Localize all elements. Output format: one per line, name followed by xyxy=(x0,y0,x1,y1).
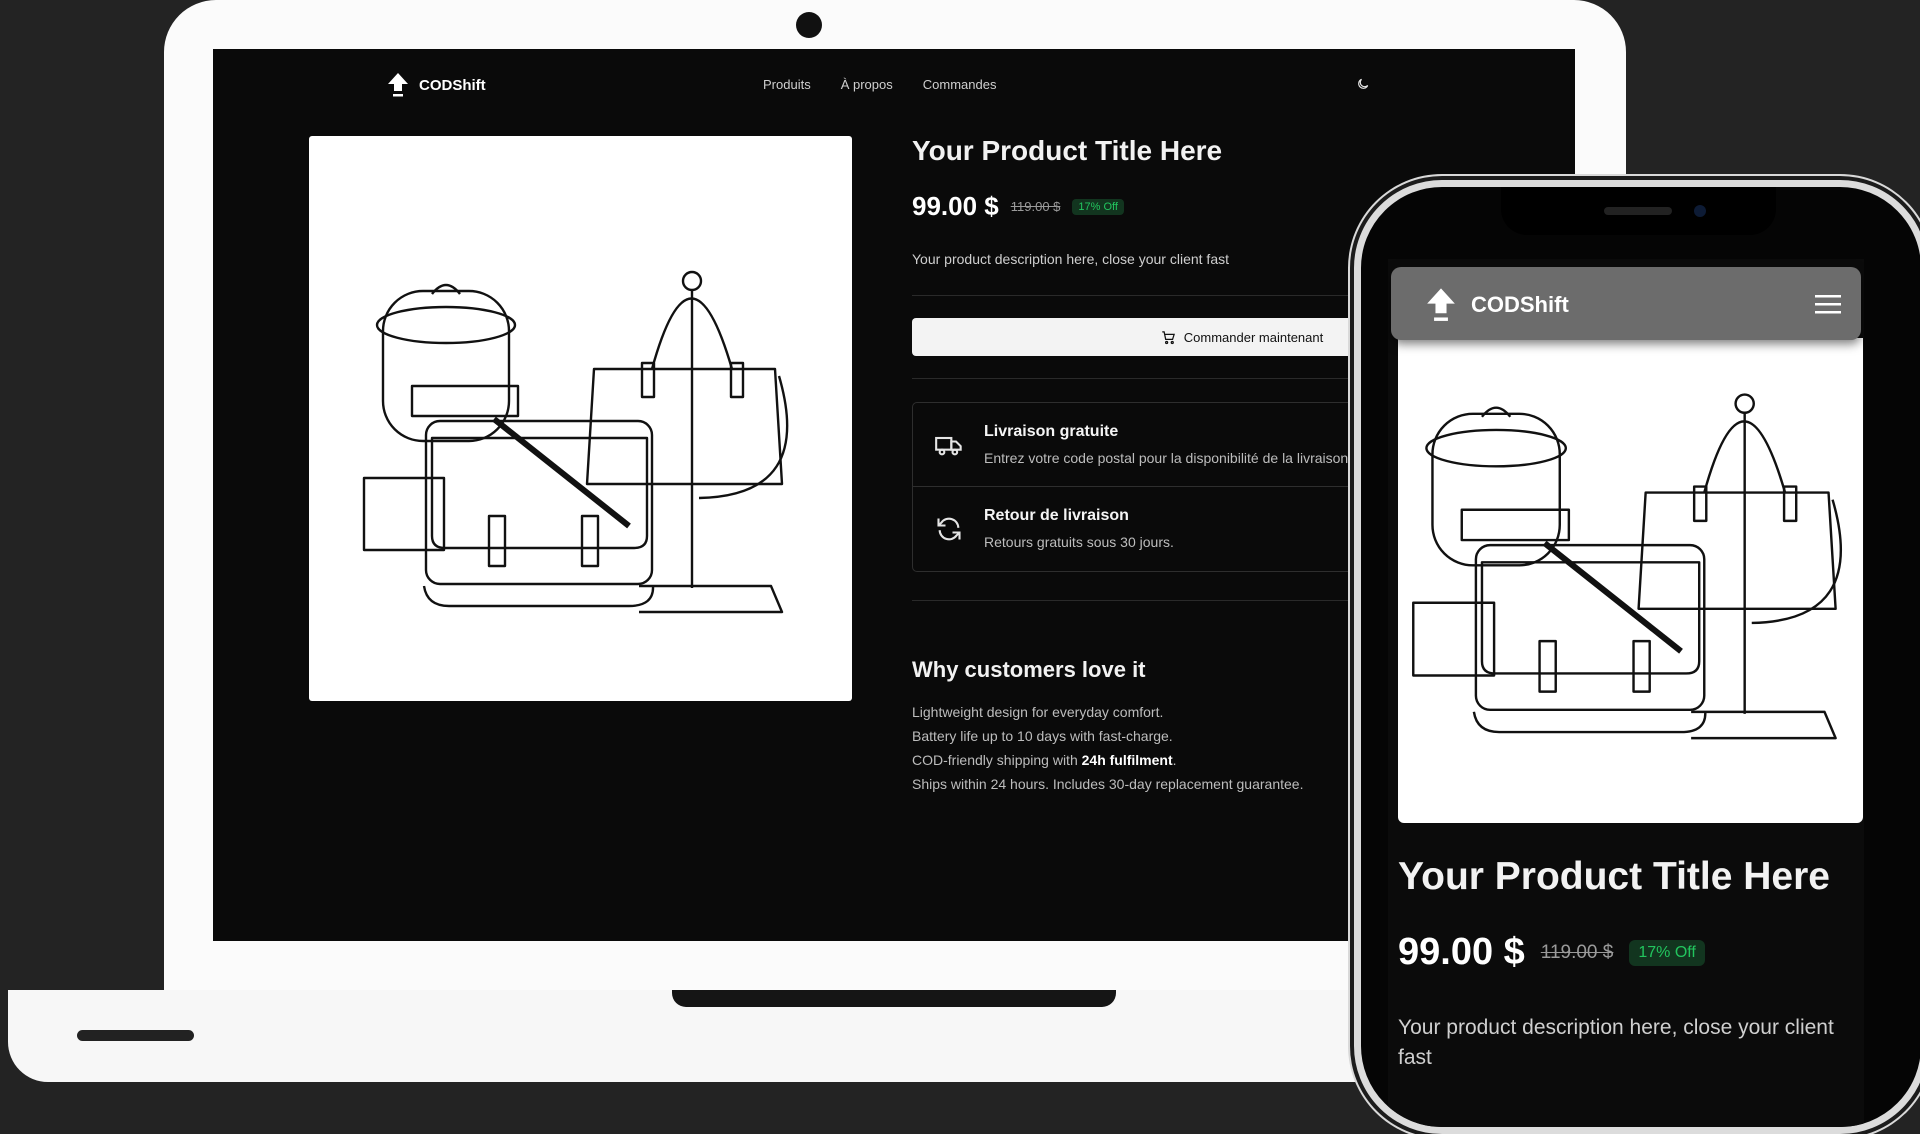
why-item: COD-friendly shipping with 24h fulfilmen… xyxy=(912,752,1177,768)
brand-name: CODShift xyxy=(419,76,486,94)
old-price: 119.00 $ xyxy=(1010,199,1061,214)
nav-link-products[interactable]: Produits xyxy=(763,77,811,92)
truck-icon xyxy=(935,436,962,456)
mobile-brand-logo[interactable]: CODShift xyxy=(1425,287,1569,323)
mobile-product-title: Your Product Title Here xyxy=(1398,855,1830,898)
mobile-price-row: 99.00 $ 119.00 $ 17% Off xyxy=(1398,931,1705,974)
moon-icon[interactable] xyxy=(1356,77,1370,91)
product-image xyxy=(309,136,852,701)
info-subtitle: Entrez votre code postal pour la disponi… xyxy=(984,450,1349,466)
brand-logo[interactable]: CODShift xyxy=(387,72,486,98)
refresh-icon xyxy=(937,517,961,541)
info-subtitle: Retours gratuits sous 30 jours. xyxy=(984,534,1174,550)
phone-speaker xyxy=(1604,207,1672,215)
laptop-base-slot xyxy=(77,1030,194,1041)
main-nav: Produits À propos Commandes xyxy=(763,77,996,92)
discount-badge: 17% Off xyxy=(1629,939,1705,966)
order-now-label: Commander maintenant xyxy=(1183,329,1324,345)
laptop-hinge xyxy=(672,990,1116,1007)
why-list: Lightweight design for everyday comfort.… xyxy=(912,700,1303,796)
why-item: Ships within 24 hours. Includes 30-day r… xyxy=(912,776,1304,792)
info-title: Retour de livraison xyxy=(984,507,1129,524)
product-title: Your Product Title Here xyxy=(912,135,1223,166)
phone-notch xyxy=(1501,187,1776,235)
upload-arrow-icon xyxy=(1427,288,1455,321)
current-price: 99.00 $ xyxy=(1398,931,1525,973)
price-row: 99.00 $ 119.00 $ 17% Off xyxy=(912,191,1124,222)
nav-link-orders[interactable]: Commandes xyxy=(923,77,997,92)
why-heading: Why customers love it xyxy=(912,657,1146,682)
mobile-product-image xyxy=(1398,338,1863,823)
bags-illustration xyxy=(1412,393,1842,740)
why-item: Lightweight design for everyday comfort. xyxy=(912,704,1164,720)
discount-badge: 17% Off xyxy=(1072,198,1124,215)
product-description: Your product description here, close you… xyxy=(912,251,1229,267)
cart-icon xyxy=(1162,330,1175,344)
phone-camera xyxy=(1694,205,1706,217)
hamburger-menu-icon[interactable] xyxy=(1815,293,1841,315)
brand-name: CODShift xyxy=(1471,292,1569,317)
old-price: 119.00 $ xyxy=(1540,941,1614,963)
mobile-screen: CODShift Your Product Title Here 99.00 $… xyxy=(1388,259,1864,1127)
upload-arrow-icon xyxy=(388,73,408,97)
bags-illustration xyxy=(362,270,789,614)
current-price: 99.00 $ xyxy=(912,191,999,221)
why-item: Battery life up to 10 days with fast-cha… xyxy=(912,728,1173,744)
laptop-camera xyxy=(796,12,822,38)
nav-link-about[interactable]: À propos xyxy=(841,77,893,92)
phone-frame: CODShift Your Product Title Here 99.00 $… xyxy=(1354,180,1920,1134)
mobile-product-description: Your product description here, close you… xyxy=(1398,1016,1834,1069)
mobile-header: CODShift xyxy=(1391,267,1861,340)
info-title: Livraison gratuite xyxy=(984,423,1119,440)
